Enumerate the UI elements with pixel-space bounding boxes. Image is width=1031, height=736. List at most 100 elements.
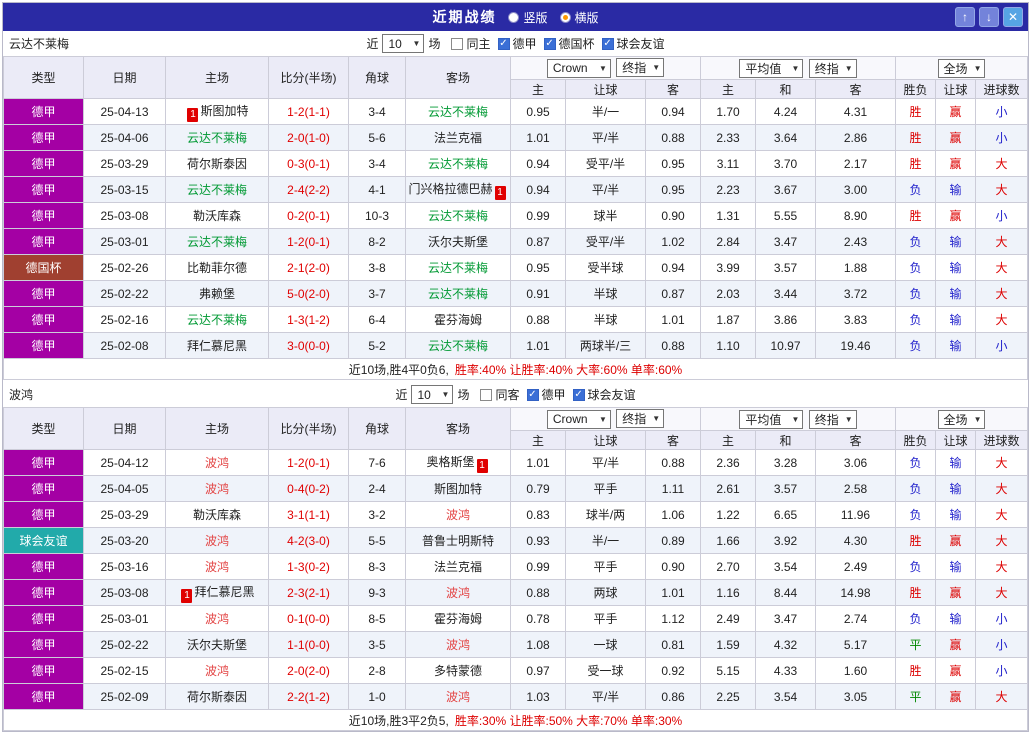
filter-checkbox-同客[interactable]: 同客 [480, 386, 520, 403]
close-button[interactable]: ✕ [1003, 7, 1023, 27]
match-count-select[interactable]: 10 ▼ [382, 34, 425, 53]
filter-checkbox-德甲[interactable]: ✓ 德甲 [526, 386, 566, 403]
goals-outcome: 小 [974, 202, 1029, 229]
away-team[interactable]: 霍芬海姆 [434, 313, 482, 327]
handicap-outcome: 赢 [935, 202, 976, 229]
home-team[interactable]: 荷尔斯泰因 [187, 157, 247, 171]
euro-home-odds: 2.23 [700, 176, 756, 203]
euro-odds-source-select[interactable]: 平均值 ▼ [739, 58, 804, 78]
away-team[interactable]: 波鸿 [446, 638, 470, 652]
filter-checkbox-德国杯[interactable]: ✓ 德国杯 [543, 35, 595, 52]
match-score[interactable]: 1-2(0-1) [268, 228, 349, 255]
match-score[interactable]: 2-1(2-0) [268, 254, 349, 281]
away-team[interactable]: 法兰克福 [434, 131, 482, 145]
home-team[interactable]: 荷尔斯泰因 [187, 690, 247, 704]
away-team[interactable]: 霍芬海姆 [434, 612, 482, 626]
away-team[interactable]: 云达不莱梅 [428, 339, 488, 353]
asia-odds-source-select[interactable]: Crown ▼ [546, 58, 611, 78]
home-team[interactable]: 斯图加特 [200, 104, 248, 118]
match-score[interactable]: 4-2(3-0) [268, 527, 349, 554]
asia-odds-time-select[interactable]: 终指 ▼ [616, 409, 665, 429]
match-score[interactable]: 1-2(0-1) [268, 449, 349, 476]
home-team[interactable]: 拜仁慕尼黑 [187, 339, 247, 353]
competition-badge: 德甲 [3, 124, 84, 151]
euro-odds-time-select[interactable]: 终指 ▼ [808, 58, 857, 78]
match-score[interactable]: 3-1(1-1) [268, 501, 349, 528]
home-team[interactable]: 波鸿 [205, 534, 229, 548]
euro-odds-time-select[interactable]: 终指 ▼ [808, 409, 857, 429]
home-team[interactable]: 波鸿 [205, 612, 229, 626]
home-team[interactable]: 云达不莱梅 [187, 183, 247, 197]
away-team[interactable]: 多特蒙德 [434, 664, 482, 678]
home-team[interactable]: 云达不莱梅 [187, 235, 247, 249]
match-score[interactable]: 1-1(0-0) [268, 631, 349, 658]
filter-checkbox-球会友谊[interactable]: ✓ 球会友谊 [572, 386, 636, 403]
match-score[interactable]: 0-3(0-1) [268, 150, 349, 177]
match-score[interactable]: 0-4(0-2) [268, 475, 349, 502]
away-team[interactable]: 法兰克福 [434, 560, 482, 574]
layout-radio-horizontal[interactable]: 横版 [559, 9, 599, 26]
scope-select[interactable]: 全场 ▼ [937, 409, 986, 429]
match-score[interactable]: 2-2(1-2) [268, 683, 349, 710]
away-team[interactable]: 云达不莱梅 [428, 105, 488, 119]
away-team[interactable]: 奥格斯堡 [426, 455, 474, 469]
move-up-button[interactable]: ↑ [955, 7, 975, 27]
home-team[interactable]: 勒沃库森 [193, 209, 241, 223]
match-score[interactable]: 2-3(2-1) [268, 579, 349, 606]
asia-odds-source-select[interactable]: Crown ▼ [546, 409, 611, 429]
col-goals-result: 进球数 [974, 79, 1029, 99]
move-down-button[interactable]: ↓ [979, 7, 999, 27]
away-team[interactable]: 波鸿 [446, 586, 470, 600]
asia-odds-time-select[interactable]: 终指 ▼ [616, 58, 665, 78]
filter-checkbox-同主[interactable]: 同主 [451, 35, 491, 52]
home-team[interactable]: 拜仁慕尼黑 [194, 585, 254, 599]
home-team[interactable]: 云达不莱梅 [187, 313, 247, 327]
euro-odds-source-select[interactable]: 平均值 ▼ [739, 409, 804, 429]
home-team[interactable]: 沃尔夫斯堡 [187, 638, 247, 652]
home-team[interactable]: 波鸿 [205, 456, 229, 470]
home-team[interactable]: 波鸿 [205, 482, 229, 496]
layout-radio-vertical[interactable]: 竖版 [508, 9, 548, 26]
asia-away-odds: 1.01 [645, 579, 701, 606]
result-outcome: 胜 [895, 527, 936, 554]
euro-home-odds: 2.36 [700, 449, 756, 476]
home-team[interactable]: 云达不莱梅 [187, 131, 247, 145]
match-date: 25-02-16 [83, 306, 166, 333]
asia-home-odds: 1.03 [510, 683, 566, 710]
match-score[interactable]: 1-3(0-2) [268, 553, 349, 580]
away-team[interactable]: 波鸿 [446, 690, 470, 704]
away-team[interactable]: 云达不莱梅 [428, 209, 488, 223]
match-score[interactable]: 2-4(2-2) [268, 176, 349, 203]
scope-select[interactable]: 全场 ▼ [937, 58, 986, 78]
home-team[interactable]: 波鸿 [205, 560, 229, 574]
home-team[interactable]: 弗赖堡 [199, 287, 235, 301]
away-team[interactable]: 门兴格拉德巴赫 [408, 182, 492, 196]
away-team[interactable]: 云达不莱梅 [428, 261, 488, 275]
filter-checkbox-球会友谊[interactable]: ✓ 球会友谊 [601, 35, 665, 52]
asia-home-odds: 0.88 [510, 579, 566, 606]
away-team[interactable]: 斯图加特 [434, 482, 482, 496]
match-score[interactable]: 1-2(1-1) [268, 98, 349, 125]
home-team[interactable]: 比勒菲尔德 [187, 261, 247, 275]
match-score[interactable]: 0-2(0-1) [268, 202, 349, 229]
asia-home-odds: 0.94 [510, 176, 566, 203]
match-score[interactable]: 2-0(1-0) [268, 124, 349, 151]
match-score[interactable]: 3-0(0-0) [268, 332, 349, 359]
filter-checkbox-德甲[interactable]: ✓ 德甲 [497, 35, 537, 52]
match-score[interactable]: 1-3(1-2) [268, 306, 349, 333]
home-team[interactable]: 勒沃库森 [193, 508, 241, 522]
match-count-select[interactable]: 10 ▼ [411, 385, 454, 404]
away-team[interactable]: 普鲁士明斯特 [422, 534, 494, 548]
checkbox-label: 德甲 [512, 37, 537, 51]
away-team-cell: 法兰克福 [405, 124, 511, 151]
home-team[interactable]: 波鸿 [205, 664, 229, 678]
away-team[interactable]: 云达不莱梅 [428, 157, 488, 171]
away-team[interactable]: 沃尔夫斯堡 [428, 235, 488, 249]
away-team[interactable]: 波鸿 [446, 508, 470, 522]
match-score[interactable]: 5-0(2-0) [268, 280, 349, 307]
euro-away-odds: 3.05 [815, 683, 896, 710]
match-score[interactable]: 2-0(2-0) [268, 657, 349, 684]
result-outcome: 负 [895, 449, 936, 476]
match-score[interactable]: 0-1(0-0) [268, 605, 349, 632]
away-team[interactable]: 云达不莱梅 [428, 287, 488, 301]
